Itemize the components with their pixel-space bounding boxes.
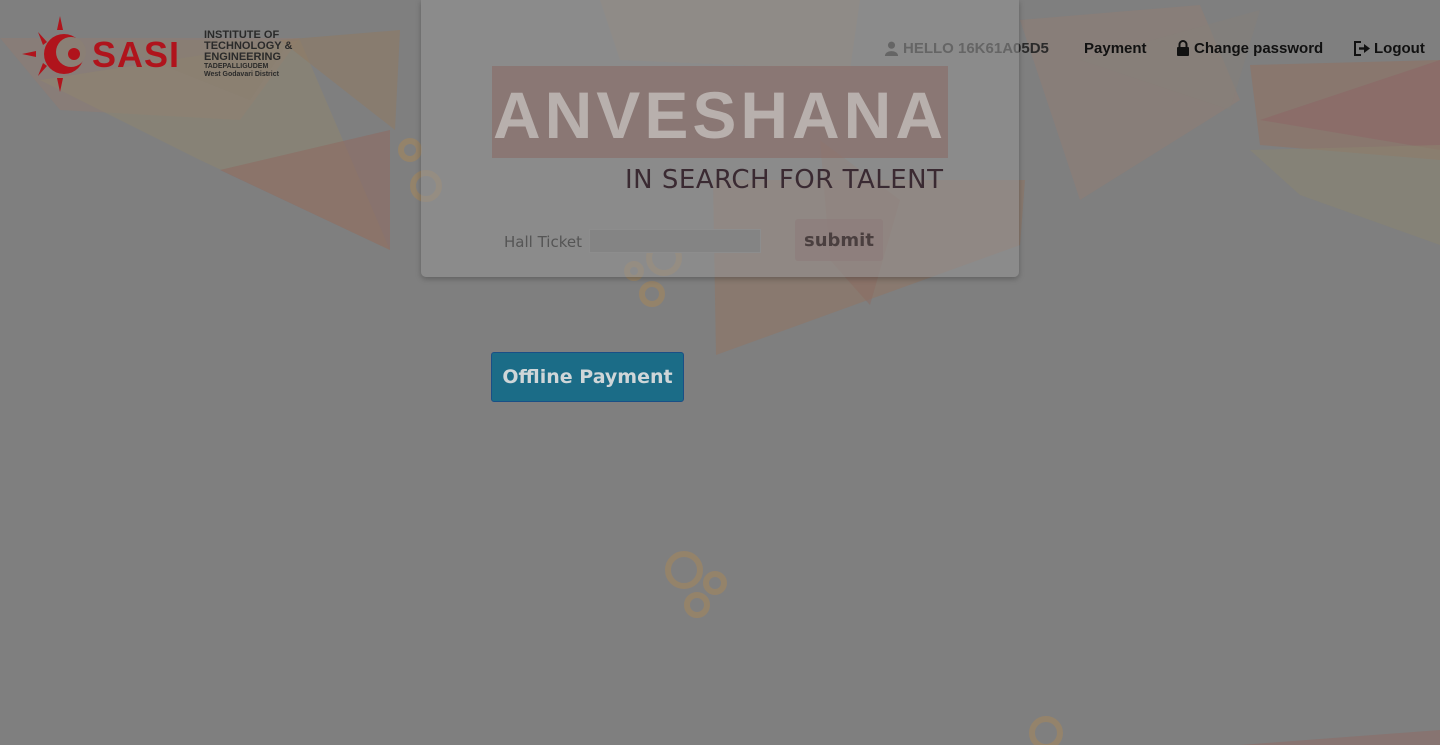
brand-line-3: ENGINEERING xyxy=(204,51,282,63)
sun-emblem-icon xyxy=(22,16,86,92)
payment-label: Payment xyxy=(1084,39,1147,57)
institute-logo[interactable]: SASI INSTITUTE OF TECHNOLOGY & ENGINEERI… xyxy=(22,16,292,92)
change-password-label: Change password xyxy=(1194,39,1324,57)
brand-lines: INSTITUTE OF TECHNOLOGY & ENGINEERING TA… xyxy=(204,30,294,79)
logout-label: Logout xyxy=(1374,39,1425,57)
anveshana-title-art: ANVESHANA xyxy=(492,66,948,158)
hall-ticket-input[interactable] xyxy=(589,229,761,253)
offline-payment-button[interactable]: Offline Payment xyxy=(491,352,684,402)
brand-subline-2: West Godavari District xyxy=(204,71,279,78)
submit-button[interactable]: submit xyxy=(795,219,883,261)
tagline: IN SEARCH FOR TALENT xyxy=(625,165,944,195)
nav-payment-link[interactable]: Payment xyxy=(1084,38,1147,58)
hall-ticket-label: Hall Ticket xyxy=(504,233,582,251)
anveshana-title: ANVESHANA xyxy=(493,78,947,152)
brand-subline-1: TADEPALLIGUDEM xyxy=(204,63,269,70)
nav-logout-link[interactable]: Logout xyxy=(1354,38,1425,58)
nav-change-password-link[interactable]: Change password xyxy=(1176,38,1323,58)
brand-name: SASI xyxy=(92,34,181,75)
lock-icon xyxy=(1177,40,1189,56)
logout-icon xyxy=(1354,40,1370,56)
